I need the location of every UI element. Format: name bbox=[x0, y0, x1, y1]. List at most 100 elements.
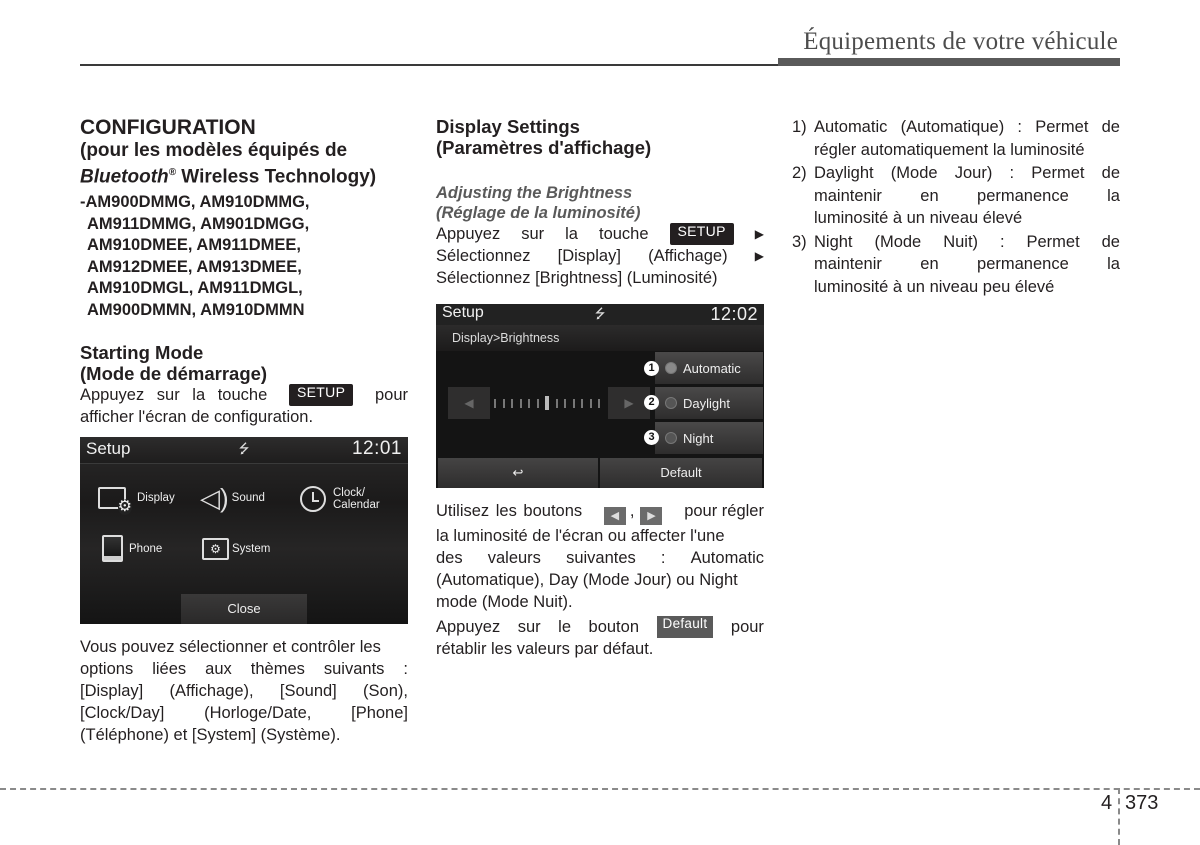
slider-thumb[interactable] bbox=[545, 396, 549, 410]
word: aux bbox=[205, 660, 232, 678]
text-line: Utilisez les boutons ◀, ▶ pour régler bbox=[436, 500, 764, 525]
brightness-slider[interactable] bbox=[494, 396, 600, 410]
word: Permet bbox=[1035, 118, 1089, 136]
screen-title: Setup bbox=[442, 304, 484, 321]
back-button[interactable]: ↩ bbox=[438, 458, 598, 488]
list-text: Daylight (Mode Jour): Permet de maintenir en pe… bbox=[814, 162, 1120, 230]
word: de bbox=[1101, 164, 1120, 182]
text-fragment: Appuyez sur la touche bbox=[80, 386, 268, 405]
word: Permet bbox=[1026, 232, 1080, 251]
bluetooth-label: Bluetooth bbox=[80, 166, 169, 188]
option-daylight[interactable]: Daylight bbox=[655, 387, 763, 419]
clock-icon bbox=[300, 486, 326, 512]
word: régler automatiquement la luminosité bbox=[814, 140, 1085, 159]
model-line: AM910DMGL, AM911DMGL, bbox=[87, 279, 303, 298]
word: (Mode bbox=[874, 232, 922, 251]
column-display-settings: Display Settings (Paramètres d'affichage… bbox=[436, 116, 764, 289]
column-mode-list: 1) Automatic (Automatique): Permet de régler … bbox=[792, 116, 1120, 299]
slider-tick bbox=[502, 398, 505, 408]
screen-title: Setup bbox=[86, 439, 131, 458]
radio-indicator-icon bbox=[665, 432, 677, 444]
display-settings-title: Display Settings bbox=[436, 116, 580, 137]
section-heading: CONFIGURATION bbox=[80, 116, 256, 139]
text-line: [Clock/Day] (Horloge/Date, [Phone] bbox=[80, 702, 408, 724]
menu-item-sound[interactable]: ◁) Sound bbox=[200, 485, 265, 511]
menu-item-display[interactable]: ⚙ Display bbox=[98, 487, 175, 515]
menu-item-label: Phone bbox=[129, 542, 163, 555]
word: (Affichage) bbox=[648, 247, 728, 265]
inline-buttons: ◀, ▶ bbox=[603, 500, 663, 525]
word: la luminosité de l'écran ou affecter l'u… bbox=[436, 527, 725, 545]
word: maintenir bbox=[814, 255, 882, 273]
slider-tick bbox=[564, 398, 566, 408]
screen-status-bar: Setup ⭍ 12:01 bbox=[80, 437, 408, 464]
word: bouton bbox=[588, 618, 639, 636]
screen-breadcrumb: Display>Brightness bbox=[436, 325, 764, 351]
word: (Affichage), bbox=[169, 682, 254, 700]
word: : bbox=[999, 232, 1005, 251]
word: touche bbox=[598, 225, 649, 243]
word: [Display] bbox=[557, 247, 621, 265]
word: Appuyez bbox=[436, 225, 501, 243]
menu-item-label: System bbox=[232, 543, 271, 555]
word: pour bbox=[730, 618, 764, 636]
text-line: afficher l'écran de configuration. bbox=[80, 408, 314, 427]
text-line: luminosité à un niveau peu élevé bbox=[814, 276, 1120, 299]
text-line: (Automatique), Day (Mode Jour) ou Night bbox=[436, 569, 764, 591]
text-line: luminosité à un niveau élevé bbox=[814, 207, 1120, 230]
text-line: (Téléphone) et [System] (Système). bbox=[80, 724, 408, 746]
slider-tick bbox=[494, 398, 496, 408]
registered-mark: ® bbox=[168, 167, 177, 178]
word: (Horloge/Date, bbox=[204, 704, 312, 722]
brightness-description: Utilisez les boutons ◀, ▶ pour régler la … bbox=[436, 500, 764, 660]
text-line: Night (Mode Nuit): Permet de bbox=[814, 231, 1120, 254]
word: liées bbox=[152, 660, 187, 678]
menu-item-clock-calendar[interactable]: Clock/ Calendar bbox=[300, 486, 380, 512]
brightness-decrease-button[interactable]: ◀ bbox=[448, 387, 490, 419]
model-line: AM912DMEE, AM913DMEE, bbox=[87, 257, 302, 276]
text-line: régler automatiquement la luminosité bbox=[814, 139, 1120, 162]
slider-tick bbox=[589, 398, 592, 408]
word: (Automatique), Day (Mode Jour) ou Night bbox=[436, 571, 738, 589]
brightness-subtitle: (Réglage de la luminosité) bbox=[436, 204, 641, 222]
menu-item-label: Clock/ Calendar bbox=[333, 487, 380, 511]
word: permanence bbox=[977, 186, 1069, 205]
list-number: 1) bbox=[792, 118, 807, 136]
word: sur bbox=[517, 618, 541, 636]
model-line: AM900DMMN, AM910DMMN bbox=[87, 300, 305, 319]
word: Nuit) bbox=[943, 232, 979, 251]
word: (Mode bbox=[890, 164, 938, 182]
brightness-steps: Appuyez sur la touche SETUP ▶ Sélectionn… bbox=[436, 223, 764, 289]
word: le bbox=[558, 618, 572, 636]
list-text: Automatic (Automatique): Permet de régler au… bbox=[814, 116, 1120, 161]
menu-item-phone[interactable]: Phone bbox=[102, 535, 162, 562]
usb-icon: ⭍ bbox=[594, 306, 606, 321]
close-button[interactable]: Close bbox=[181, 594, 307, 624]
option-automatic[interactable]: Automatic bbox=[655, 352, 763, 384]
word: Sélectionnez bbox=[436, 247, 531, 265]
option-night[interactable]: Night bbox=[655, 422, 763, 454]
running-header-title: Équipements de votre véhicule bbox=[803, 28, 1118, 55]
word: en bbox=[920, 255, 939, 273]
model-line: -AM900DMMG, AM910DMMG, bbox=[80, 193, 310, 212]
setup-screen-image: Setup ⭍ 12:01 ⚙ Display ◁) Sound Clock/ … bbox=[80, 437, 408, 624]
word: : bbox=[1009, 164, 1015, 182]
starting-mode-text: Appuyez sur la touche SETUP pour affiche… bbox=[80, 384, 408, 428]
header-bar bbox=[778, 58, 1120, 66]
starting-mode-heading: Starting Mode (Mode de démarrage) bbox=[80, 342, 408, 384]
display-settings-subtitle: (Paramètres d'affichage) bbox=[436, 137, 652, 158]
word: luminosité à un niveau peu élevé bbox=[814, 277, 1055, 296]
default-button[interactable]: Default bbox=[600, 458, 762, 488]
word: Jour) bbox=[954, 164, 993, 182]
menu-item-system[interactable]: ⚙ System bbox=[202, 538, 270, 560]
speaker-icon: ◁) bbox=[200, 483, 229, 513]
word: valeurs bbox=[487, 549, 541, 567]
display-settings-icon: ⚙ bbox=[98, 487, 132, 515]
screen-time: 12:01 bbox=[351, 438, 402, 459]
mode-list-item: 2) Daylight (Mode Jour): Permet de maintenir en… bbox=[792, 162, 1120, 230]
brightness-screen-image: Setup ⭍ 12:02 Display>Brightness ◀ ▶ 1 A… bbox=[436, 304, 764, 488]
slider-tick bbox=[536, 398, 539, 408]
phone-icon bbox=[102, 535, 123, 562]
word: luminosité à un niveau élevé bbox=[814, 209, 1023, 227]
section-subheading: (pour les modèles équipés de Bluetooth® … bbox=[80, 140, 408, 188]
